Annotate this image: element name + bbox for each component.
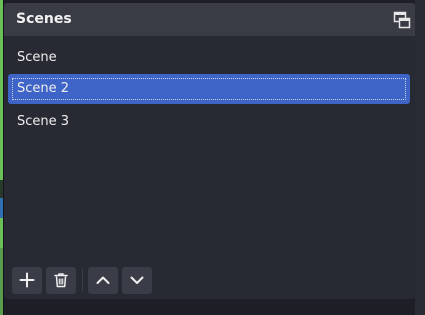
scenes-dock: Scenes Scene Scene 2 Scene 3	[4, 3, 415, 299]
add-scene-button[interactable]	[12, 267, 42, 294]
remove-scene-button[interactable]	[46, 267, 76, 294]
scene-list: Scene Scene 2 Scene 3	[4, 38, 415, 258]
trash-icon	[54, 273, 68, 288]
adjacent-dock-edge	[415, 0, 425, 315]
scene-item-label: Scene 3	[17, 114, 70, 129]
dock-header: Scenes	[4, 3, 415, 36]
focus-ring	[12, 78, 406, 100]
chevron-down-icon	[130, 276, 144, 284]
move-scene-down-button[interactable]	[122, 267, 152, 294]
undock-window-icon[interactable]	[393, 11, 411, 29]
dock-title: Scenes	[16, 11, 72, 27]
scene-list-item-selected[interactable]: Scene 2	[8, 74, 410, 104]
scene-item-label: Scene 2	[17, 81, 70, 96]
toolbar-divider	[82, 269, 83, 292]
scenes-toolbar	[4, 264, 415, 296]
move-scene-up-button[interactable]	[88, 267, 118, 294]
chevron-up-icon	[96, 276, 110, 284]
scene-list-item[interactable]: Scene	[8, 43, 410, 73]
plus-icon	[19, 272, 35, 288]
scene-item-label: Scene	[17, 50, 57, 65]
scene-list-item[interactable]: Scene 3	[8, 107, 410, 137]
